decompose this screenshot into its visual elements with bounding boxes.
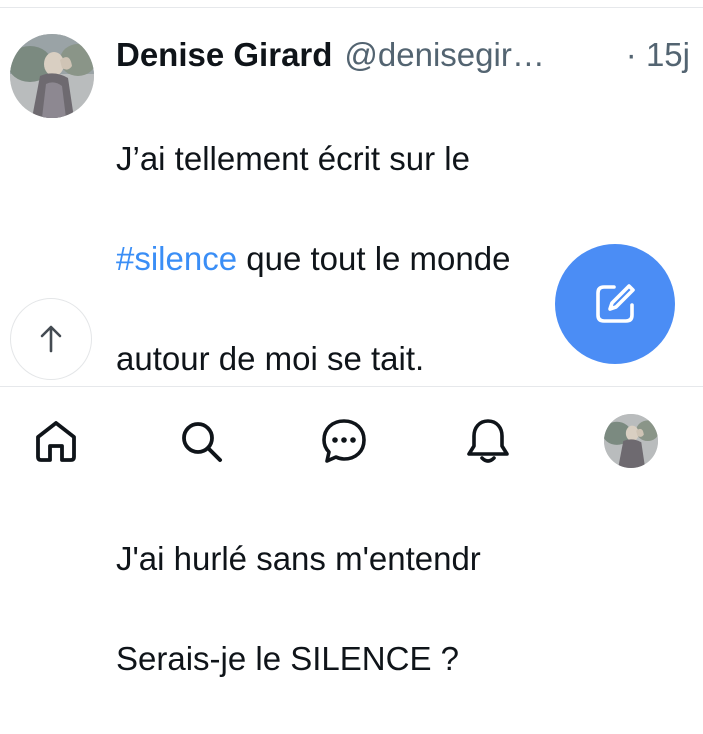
tweet-line-rest: que tout le monde: [246, 240, 511, 277]
nav-messages[interactable]: [316, 413, 372, 469]
nav-notifications[interactable]: [460, 413, 516, 469]
search-icon: [182, 422, 222, 462]
tweet-line: J'ai hurlé sans m'entendr: [116, 540, 481, 577]
author-handle[interactable]: @denisegir…: [344, 32, 544, 78]
nav-search[interactable]: [173, 413, 229, 469]
tweet-header: Denise Girard @denisegir… · 15j: [116, 32, 696, 78]
top-divider: [0, 7, 703, 8]
scroll-to-top-button[interactable]: [10, 298, 92, 380]
notifications-icon: [467, 419, 509, 463]
nav-home[interactable]: [28, 413, 84, 469]
tweet-line: J’ai tellement écrit sur le: [116, 140, 470, 177]
arrow-up-icon: [40, 325, 62, 353]
compose-icon: [596, 284, 635, 323]
home-icon: [36, 421, 76, 462]
hashtag-link[interactable]: #silence: [116, 240, 237, 277]
bottom-nav: [0, 387, 703, 489]
nav-profile-avatar[interactable]: [604, 414, 658, 468]
author-avatar[interactable]: [10, 34, 94, 118]
messages-icon: [322, 419, 366, 463]
tweet-timestamp[interactable]: · 15j: [626, 32, 690, 78]
author-name[interactable]: Denise Girard: [116, 32, 332, 78]
tweet-line: Serais-je le SILENCE ?: [116, 640, 459, 677]
compose-button[interactable]: [555, 244, 675, 364]
